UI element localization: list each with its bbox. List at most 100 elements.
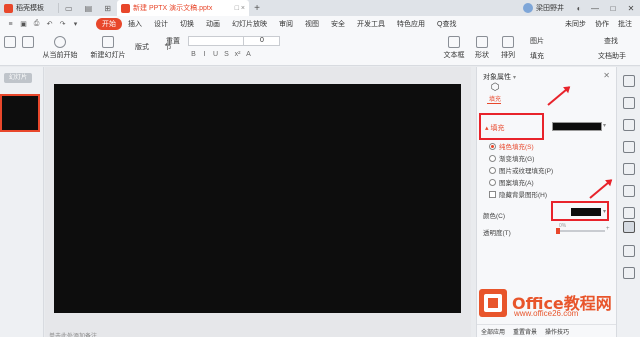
new-tab-button[interactable]: +	[249, 0, 265, 16]
option-gradient-fill[interactable]: 渐变填充(G)	[489, 153, 534, 163]
help-icon[interactable]	[623, 267, 635, 279]
tips-link[interactable]: 操作技巧	[541, 327, 573, 336]
tab-fill[interactable]: ⬡ 填充	[485, 82, 505, 104]
assistant-button[interactable]: 文档助手	[592, 51, 632, 61]
arrange-button[interactable]: 排列	[496, 36, 520, 60]
chevron-down-icon[interactable]: ▾	[603, 208, 606, 215]
paste-button[interactable]	[4, 36, 16, 50]
menu-icon[interactable]: ≡	[4, 21, 17, 28]
menu-insert[interactable]: 插入	[122, 19, 148, 29]
option-hide-bg-label: 隐藏背景图形(H)	[499, 192, 548, 199]
checkbox-hide-bg[interactable]	[489, 190, 496, 198]
fill-color-preview[interactable]	[552, 122, 602, 131]
tab-docer-templates[interactable]: 稻壳模板	[0, 0, 58, 16]
radio-pattern[interactable]	[489, 178, 496, 186]
tab-slides[interactable]: 幻灯片	[4, 73, 32, 83]
user-name[interactable]: 梁田野井	[536, 3, 564, 13]
maximize-button[interactable]: □	[604, 4, 622, 13]
folder-icon[interactable]: ▤	[85, 4, 93, 13]
radio-solid[interactable]	[489, 142, 496, 150]
title-bar: 稻壳模板 ▭ ▤ ⊞ 新建 PPTX 演示文稿.pptx □ × + 梁田野井 …	[0, 0, 640, 16]
format-icon[interactable]	[623, 141, 635, 153]
apply-all-button[interactable]: 全部应用	[477, 327, 509, 336]
reset-bg-button[interactable]: 重置背景	[509, 327, 541, 336]
textbox-button[interactable]: 文本框	[440, 36, 468, 60]
menu-review[interactable]: 审阅	[273, 19, 299, 29]
font-color-icon[interactable]: A	[243, 51, 254, 61]
reset-button[interactable]: 重置	[160, 36, 186, 46]
cut-button[interactable]	[22, 36, 34, 50]
collapse-icon[interactable]	[623, 75, 635, 87]
menu-animation[interactable]: 动画	[200, 19, 226, 29]
fill-button[interactable]: 填充	[524, 51, 550, 61]
chevron-down-icon[interactable]: ▾	[603, 122, 606, 129]
option-picture-fill[interactable]: 图片或纹理填充(P)	[489, 165, 553, 175]
menu-slideshow[interactable]: 幻灯片放映	[226, 19, 273, 29]
font-size-select[interactable]: 0	[243, 36, 280, 46]
file-icon[interactable]: ▭	[65, 4, 73, 13]
slider-handle[interactable]	[556, 228, 560, 234]
grid-icon[interactable]: ⊞	[104, 4, 111, 13]
properties-icon[interactable]	[623, 221, 635, 233]
sync-status[interactable]: 未同步	[565, 19, 586, 29]
skin-icon[interactable]: ◐	[572, 4, 586, 13]
notes-area[interactable]: 单击此处添加备注	[45, 331, 471, 337]
shape-button[interactable]: 形状	[470, 36, 494, 60]
italic-icon[interactable]: I	[199, 51, 210, 61]
collab-button[interactable]: 协作	[595, 19, 609, 29]
from-current-button[interactable]: 从当前开始	[42, 36, 78, 60]
print-icon[interactable]: ⎙	[30, 20, 43, 28]
menu-developer[interactable]: 开发工具	[351, 19, 391, 29]
more-icon[interactable]: ▾	[69, 20, 82, 28]
avatar[interactable]	[523, 3, 533, 13]
undo-icon[interactable]: ↶	[43, 20, 56, 28]
bold-icon[interactable]: B	[188, 51, 199, 61]
tab-fill-label: 填充	[488, 97, 501, 103]
close-icon[interactable]: ✕	[603, 71, 610, 80]
animation-icon[interactable]	[623, 119, 635, 131]
tab-document[interactable]: 新建 PPTX 演示文稿.pptx □ ×	[117, 0, 249, 16]
panel-footer: 全部应用 重置背景 操作技巧	[477, 324, 617, 337]
table-icon[interactable]	[623, 185, 635, 197]
menu-search[interactable]: Q查找	[431, 19, 462, 29]
save-icon[interactable]: ▣	[17, 20, 30, 28]
transition-icon[interactable]	[623, 163, 635, 175]
radio-picture[interactable]	[489, 166, 496, 174]
menu-features[interactable]: 特色应用	[391, 19, 431, 29]
underline-icon[interactable]: U	[210, 51, 221, 61]
slide-thumbnail[interactable]	[0, 94, 40, 132]
option-solid-fill[interactable]: 纯色填充(S)	[489, 141, 534, 151]
transparency-slider[interactable]	[557, 230, 605, 232]
minimize-button[interactable]: —	[586, 4, 604, 13]
option-hide-bg[interactable]: 隐藏背景图形(H)	[489, 189, 547, 199]
option-pattern-fill[interactable]: 图案填充(A)	[489, 177, 534, 187]
picture-icon[interactable]	[623, 245, 635, 257]
ppt-file-icon	[121, 3, 130, 13]
menu-security[interactable]: 安全	[325, 19, 351, 29]
new-slide-label: 新建幻灯片	[90, 52, 126, 59]
plus-icon[interactable]: +	[606, 226, 610, 232]
menu-transition[interactable]: 切换	[174, 19, 200, 29]
close-button[interactable]: ✕	[622, 4, 640, 13]
new-slide-button[interactable]: 新建幻灯片	[88, 36, 128, 60]
style-icon[interactable]	[623, 97, 635, 109]
fill-bucket-icon: ⬡	[490, 82, 500, 93]
tab-home-label: 稻壳模板	[16, 5, 44, 12]
superscript-icon[interactable]: x²	[232, 51, 243, 61]
tab-close-icon[interactable]: □ ×	[235, 5, 245, 12]
redo-icon[interactable]: ↷	[56, 20, 69, 28]
find-button[interactable]: 查找	[596, 36, 626, 46]
picture-button[interactable]: 图片	[524, 36, 550, 46]
comment-button[interactable]: 批注	[618, 19, 632, 29]
menu-design[interactable]: 设计	[148, 19, 174, 29]
slide[interactable]	[54, 84, 461, 313]
menu-view[interactable]: 视图	[299, 19, 325, 29]
menu-right: 未同步 协作 批注	[556, 19, 632, 29]
layout-button[interactable]: 版式	[130, 42, 154, 52]
chart-icon[interactable]	[623, 207, 635, 219]
color-picker[interactable]	[571, 208, 601, 216]
menu-home[interactable]: 开始	[96, 18, 122, 30]
radio-gradient[interactable]	[489, 154, 496, 162]
strike-icon[interactable]: S	[221, 51, 232, 61]
chevron-down-icon[interactable]: ▾	[513, 75, 516, 81]
